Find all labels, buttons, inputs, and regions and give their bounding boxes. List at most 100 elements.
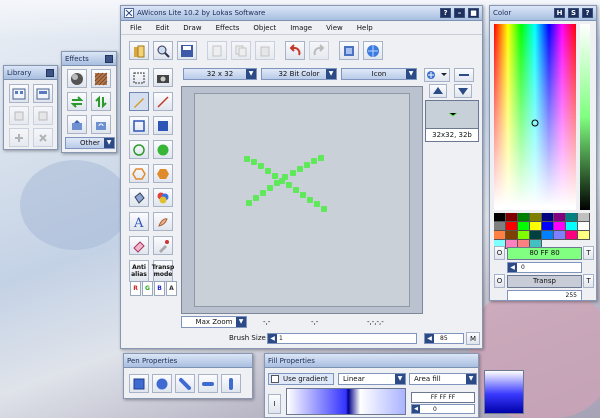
library-delete-icon[interactable] xyxy=(33,128,53,147)
canvas-grid[interactable] xyxy=(194,93,410,307)
fill-hex-display[interactable]: FF FF FF xyxy=(411,392,475,403)
color-pin-button[interactable]: H xyxy=(554,8,565,18)
library-paste-icon[interactable] xyxy=(33,106,53,125)
color-slider-input[interactable]: ◀ 0 xyxy=(507,262,582,273)
palette-swatch[interactable] xyxy=(506,231,518,240)
menu-effects[interactable]: Effects xyxy=(211,24,249,32)
filled-polygon-tool[interactable] xyxy=(153,164,173,183)
channel-r[interactable]: R xyxy=(130,281,141,296)
library-save-icon[interactable] xyxy=(33,84,53,103)
library-add-icon[interactable] xyxy=(9,128,29,147)
palette-swatch[interactable] xyxy=(530,222,542,231)
flip-vertical-icon[interactable] xyxy=(91,92,111,111)
palette-swatch[interactable] xyxy=(542,213,554,222)
zoom-icon[interactable] xyxy=(153,41,173,60)
use-gradient-checkbox[interactable]: Use gradient xyxy=(268,373,334,385)
brightness-strip[interactable] xyxy=(580,24,590,210)
palette-swatch[interactable] xyxy=(566,231,578,240)
rotate-right-icon[interactable] xyxy=(91,115,111,134)
selected-color-display[interactable]: 80 FF 80 xyxy=(507,247,582,260)
library-copy-icon[interactable] xyxy=(9,106,29,125)
polygon-tool[interactable] xyxy=(129,164,149,183)
channel-g[interactable]: G xyxy=(142,281,153,296)
rotate-left-icon[interactable] xyxy=(67,115,87,134)
o-button-2[interactable]: O xyxy=(494,274,505,288)
filled-ellipse-tool[interactable] xyxy=(153,140,173,159)
channel-b[interactable]: B xyxy=(154,281,165,296)
i-button[interactable]: I xyxy=(268,394,281,414)
test-icon[interactable] xyxy=(339,41,359,60)
pen-vertical-icon[interactable] xyxy=(221,374,241,393)
palette-swatch[interactable] xyxy=(554,213,566,222)
fill-bucket-tool[interactable] xyxy=(129,188,149,207)
palette-swatch[interactable] xyxy=(554,222,566,231)
palette-swatch[interactable] xyxy=(542,231,554,240)
effects-pin-button[interactable] xyxy=(105,54,113,63)
palette-swatch[interactable] xyxy=(578,231,590,240)
fill-preview-swatch[interactable] xyxy=(484,370,524,414)
texture-effect-icon[interactable] xyxy=(91,69,111,88)
palette-swatch[interactable] xyxy=(506,222,518,231)
flip-horizontal-icon[interactable] xyxy=(67,92,87,111)
cut-icon[interactable] xyxy=(207,41,227,60)
fill-value-input[interactable]: ◀ 0 xyxy=(411,404,475,414)
color-titlebar[interactable]: Color H S? xyxy=(490,6,596,21)
channel-a[interactable]: A xyxy=(166,281,177,296)
pen-square-icon[interactable] xyxy=(129,374,149,393)
palette-swatch[interactable] xyxy=(554,231,566,240)
menu-draw[interactable]: Draw xyxy=(178,24,210,32)
drawing-canvas[interactable] xyxy=(181,86,423,314)
menu-edit[interactable]: Edit xyxy=(151,24,179,32)
redo-icon[interactable] xyxy=(309,41,329,60)
fill-area-select[interactable]: Area fill ▼ xyxy=(409,373,477,385)
pen-titlebar[interactable]: Pen Properties xyxy=(124,354,252,368)
library-open-icon[interactable] xyxy=(9,84,29,103)
color-picker-tool[interactable] xyxy=(153,236,173,255)
color-palette[interactable] xyxy=(494,213,594,249)
alpha-input[interactable]: 255 xyxy=(507,290,582,301)
open-icon[interactable] xyxy=(129,41,149,60)
effects-other-dropdown[interactable]: Other ▼ xyxy=(65,137,115,149)
palette-swatch[interactable] xyxy=(566,222,578,231)
camera-tool[interactable] xyxy=(153,68,173,87)
palette-swatch[interactable] xyxy=(494,213,506,222)
gradient-type-select[interactable]: Linear ▼ xyxy=(338,373,406,385)
palette-swatch[interactable] xyxy=(530,231,542,240)
palette-swatch[interactable] xyxy=(494,222,506,231)
pencil-tool[interactable] xyxy=(129,92,149,111)
color-help-button[interactable]: ? xyxy=(582,8,593,18)
color-depth-select[interactable]: 32 Bit Color ▼ xyxy=(261,68,337,80)
smudge-tool[interactable] xyxy=(153,212,173,231)
effects-titlebar[interactable]: Effects xyxy=(62,52,116,66)
color-settings-button[interactable]: S xyxy=(568,8,579,18)
brush-size-input[interactable]: ◀ 1 xyxy=(267,333,417,344)
palette-swatch[interactable] xyxy=(518,213,530,222)
transp-color-display[interactable]: Transp xyxy=(507,275,582,288)
gradient-preview[interactable] xyxy=(286,388,406,415)
zoom-mode-select[interactable]: Max Zoom ▼ xyxy=(181,316,247,328)
palette-swatch[interactable] xyxy=(494,231,506,240)
o-button[interactable]: O xyxy=(494,246,505,260)
t-button[interactable]: T xyxy=(583,246,594,260)
main-titlebar[interactable]: AWicons Lite 10.2 by Lokas Software ? – … xyxy=(121,6,482,21)
color-replace-tool[interactable] xyxy=(153,188,173,207)
anti-alias-toggle[interactable]: Anti alias xyxy=(129,260,149,282)
save-icon[interactable] xyxy=(177,41,197,60)
palette-swatch[interactable] xyxy=(566,213,578,222)
move-down-button[interactable] xyxy=(454,84,472,98)
web-globe-icon[interactable] xyxy=(363,41,383,60)
fill-titlebar[interactable]: Fill Properties xyxy=(265,354,478,368)
remove-frame-button[interactable] xyxy=(454,68,474,82)
pen-diagonal-icon[interactable] xyxy=(175,374,195,393)
select-rect-tool[interactable] xyxy=(129,68,149,87)
m-button[interactable]: M xyxy=(466,332,480,345)
close-button[interactable]: ■ xyxy=(468,8,479,18)
sphere-effect-icon[interactable] xyxy=(67,69,87,88)
menu-view[interactable]: View xyxy=(321,24,352,32)
rectangle-tool[interactable] xyxy=(129,116,149,135)
transp-mode-toggle[interactable]: Transp mode xyxy=(152,260,174,282)
help-button[interactable]: ? xyxy=(440,8,451,18)
undo-icon[interactable] xyxy=(285,41,305,60)
menu-image[interactable]: Image xyxy=(285,24,321,32)
palette-swatch[interactable] xyxy=(518,222,530,231)
